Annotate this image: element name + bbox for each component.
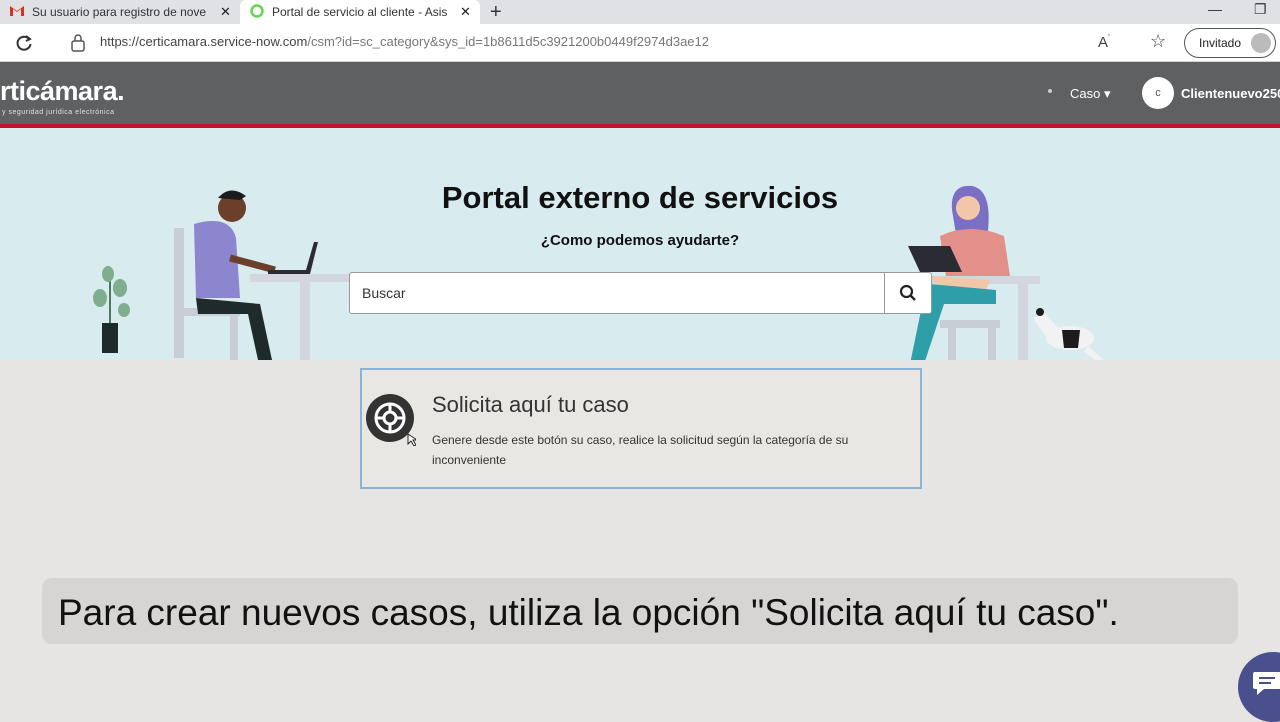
plus-icon[interactable]: + <box>490 0 502 24</box>
user-avatar[interactable]: c <box>1142 77 1174 109</box>
card-title: Solicita aquí tu caso <box>432 392 629 417</box>
site-header: rticámara. y seguridad jurídica electrón… <box>0 62 1280 124</box>
close-tab-icon[interactable]: ✕ <box>460 4 471 20</box>
card-description: Genere desde este botón su caso, realice… <box>432 433 849 467</box>
profile-button[interactable]: Invitado <box>1184 28 1276 58</box>
page-subtitle: ¿Como podemos ayudarte? <box>540 232 740 249</box>
url-host: https://certicamara.service-now.com <box>100 34 308 49</box>
dot-icon <box>1048 89 1052 93</box>
browser-tab-gmail[interactable]: Su usuario para registro de nove ✕ <box>0 0 240 24</box>
browser-tab-portal[interactable]: Portal de servicio al cliente - Asis ✕ <box>240 0 480 24</box>
page-title: Portal externo de servicios <box>441 180 839 215</box>
read-aloud-icon[interactable]: Aʼ <box>1098 33 1110 51</box>
nav-caso-menu[interactable]: Caso ▾ <box>1070 86 1111 102</box>
user-name[interactable]: Clientenuevo250 <box>1181 86 1280 101</box>
search-icon <box>899 284 916 301</box>
certicamara-logo[interactable]: rticámara. <box>0 76 125 107</box>
lock-icon[interactable] <box>70 34 86 57</box>
tab-title: Su usuario para registro de nove <box>32 5 207 19</box>
favorites-icon[interactable]: ☆ <box>1150 31 1166 52</box>
profile-avatar-icon <box>1251 33 1271 53</box>
video-caption: Para crear nuevos casos, utiliza la opci… <box>42 578 1238 644</box>
solicita-caso-card[interactable]: Solicita aquí tu caso Genere desde este … <box>360 368 922 489</box>
minimize-icon[interactable]: — <box>1208 0 1222 24</box>
chat-icon <box>1253 672 1280 695</box>
address-bar-row: https://certicamara.service-now.com/csm?… <box>0 24 1280 62</box>
tab-title: Portal de servicio al cliente - Asis <box>272 5 448 19</box>
hero-banner: Portal externo de servicios ¿Como podemo… <box>0 128 1280 360</box>
url-field[interactable]: https://certicamara.service-now.com/csm?… <box>100 34 709 49</box>
reload-icon[interactable] <box>14 33 34 58</box>
url-path: /csm?id=sc_category&sys_id=1b8611d5c3921… <box>307 34 709 49</box>
chat-button[interactable] <box>1238 652 1280 722</box>
gmail-icon <box>10 5 24 19</box>
profile-label: Invitado <box>1199 36 1242 50</box>
search-button[interactable] <box>884 273 931 313</box>
browser-tab-strip: Su usuario para registro de nove ✕ Porta… <box>0 0 1280 24</box>
logo-tagline: y seguridad jurídica electrónica <box>2 109 115 116</box>
close-tab-icon[interactable]: ✕ <box>220 4 231 20</box>
search-input[interactable] <box>350 273 885 313</box>
lifebuoy-icon <box>364 394 419 447</box>
search-box <box>349 272 932 314</box>
restore-icon[interactable]: ❐ <box>1254 0 1267 24</box>
servicenow-icon <box>250 3 264 21</box>
